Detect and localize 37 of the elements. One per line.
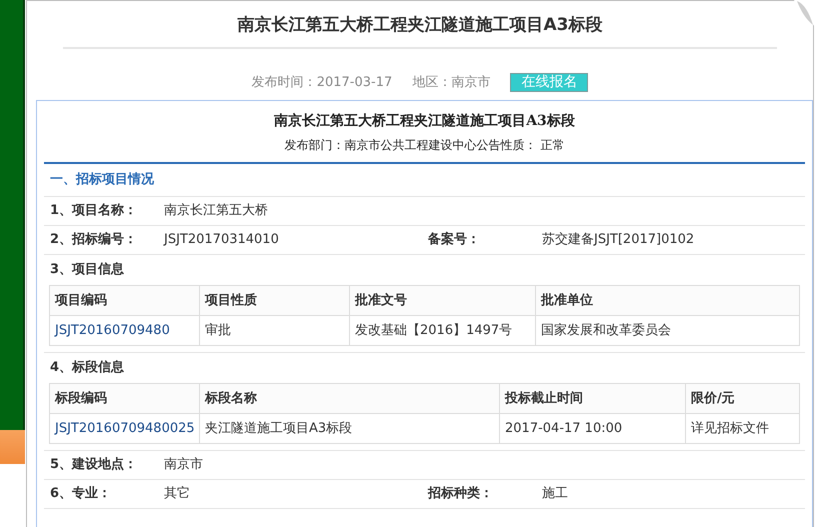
table-cell: 审批 xyxy=(200,316,350,345)
table-cell-text: 详见招标文件 xyxy=(690,420,770,438)
field-value: 苏交建备JSJT[2017]0102 xyxy=(542,231,694,250)
signup-button[interactable]: 在线报名 xyxy=(510,72,588,92)
notice-title: 南京长江第五大桥工程夹江隧道施工项目A3标段 xyxy=(274,112,575,131)
table-cell: JSJT20160709480025 xyxy=(50,414,200,443)
table-cell: 夹江隧道施工项目A3标段 xyxy=(200,414,500,443)
column-header: 标段编码 xyxy=(50,384,200,413)
field-label: 5、建设地点： xyxy=(50,456,138,474)
column-header: 投标截止时间 xyxy=(500,384,686,413)
field-value: 施工 xyxy=(542,485,568,504)
notice-meta: 发布部门：南京市公共工程建设中心公告性质： 正常 xyxy=(284,137,564,154)
field-label: 1、项目名称： xyxy=(50,202,138,220)
field-label: 招标种类： xyxy=(428,485,494,504)
section-label: 4、标段信息 xyxy=(50,358,124,377)
region: 地区：南京市 xyxy=(412,74,490,92)
section-label: 3、项目信息 xyxy=(50,260,124,279)
column-header: 项目编码 xyxy=(50,286,200,315)
column-header: 批准文号 xyxy=(350,286,536,315)
field-value: 南京长江第五大桥 xyxy=(164,202,269,220)
table-cell: 2017-04-17 10:00 xyxy=(500,414,686,443)
field-label: 2、招标编号： xyxy=(50,230,138,250)
table-cell: 发改基础【2016】1497号 xyxy=(350,316,536,345)
field-label: 6、专业： xyxy=(50,485,112,504)
section-heading: 一、招标项目情况 xyxy=(50,171,154,190)
column-header: 批准单位 xyxy=(540,292,594,310)
table-cell-text: 国家发展和改革委员会 xyxy=(540,322,672,340)
table-cell: JSJT20160709480 xyxy=(50,316,200,345)
page-title: 南京长江第五大桥工程夹江隧道施工项目A3标段 xyxy=(238,14,602,37)
field-value: 南京市 xyxy=(164,456,204,474)
field-value: 其它 xyxy=(164,485,191,504)
publish-date: 发布时间：2017-03-17 xyxy=(252,74,392,92)
field-value: JSJT20170314010 xyxy=(164,231,280,250)
column-header: 标段名称 xyxy=(200,384,500,413)
column-header: 限价/元 xyxy=(690,390,736,408)
column-header: 项目性质 xyxy=(200,286,350,315)
field-label: 备案号： xyxy=(428,230,481,250)
